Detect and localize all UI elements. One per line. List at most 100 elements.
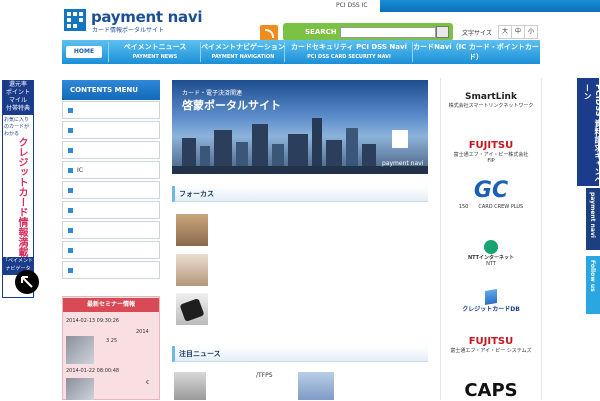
nav-payment-navigation[interactable]: ペイメントナビゲーション PAYMENT NAVIGATION (200, 42, 285, 62)
sponsor-logo: FUJITSU (468, 336, 514, 347)
follow-us-label: Follow us (589, 260, 596, 292)
nav-label: ペイメントナビゲーション (201, 43, 285, 51)
news-thumbnail[interactable] (174, 372, 206, 400)
seminar-text[interactable]: 2014 (136, 329, 149, 335)
search-input[interactable] (340, 27, 436, 38)
sponsor-name: NTT (486, 261, 496, 267)
promo-mid: お気に入りのカードがわかる (4, 117, 30, 137)
bullet-icon (68, 268, 73, 273)
payment-navi-tab[interactable]: payment navi (586, 188, 600, 250)
nav-card-navi[interactable]: カードNavi（IC カード・ポイントカード） CARD NAVI ( IC C… (412, 42, 539, 70)
nav-home-button[interactable]: HOME (66, 46, 102, 58)
left-promo-banner[interactable]: 還元率 ポイント マイル 付帯特典 お気に入りのカードがわかる クレジットカード… (2, 80, 34, 298)
promo-line: マイル (8, 97, 27, 104)
right-campaign-banner[interactable]: PCIDSS 資料請求キャンペーン (577, 78, 600, 186)
bullet-icon (68, 208, 73, 213)
nav-pci-dss[interactable]: カードセキュリティ PCI DSS Navi PCI DSS CARD SECU… (284, 42, 413, 62)
logo-icon[interactable] (64, 9, 86, 31)
promo-vertical: クレジットカード情報満載！ (16, 137, 27, 267)
sponsor-name: 株式会社スマートリンクネットワーク (448, 103, 534, 109)
menu-item[interactable] (62, 141, 160, 159)
logo-subtitle: カード情報ポータルサイト (92, 27, 165, 34)
hero-brand: payment navi (382, 160, 424, 167)
sponsor-pre: 150 (458, 204, 469, 210)
news-item[interactable]: /TFPS (256, 372, 273, 379)
seminar-text[interactable]: € (146, 380, 149, 386)
nav-label: カードセキュリティ PCI DSS Navi (291, 43, 407, 51)
news-heading: 注目ニュース (172, 346, 428, 362)
seminar-thumbnail[interactable] (66, 378, 94, 400)
follow-us-tab[interactable]: Follow us (586, 256, 600, 314)
bullet-icon (68, 128, 73, 133)
sponsor-logo: GC (473, 178, 509, 203)
seminar-text[interactable]: 3 25 (106, 338, 117, 344)
sponsor-logo: クレジットカードDB (462, 306, 520, 313)
sponsor-logo: SmartLink (465, 92, 517, 102)
arrow-icon[interactable] (15, 270, 39, 294)
nav-label-en: PAYMENT NEWS (132, 54, 178, 60)
logo-title[interactable]: payment navi (91, 8, 202, 26)
menu-item[interactable] (62, 241, 160, 259)
menu-item[interactable] (62, 201, 160, 219)
nav-label: カードNavi（IC カード・ポイントカード） (413, 43, 539, 61)
menu-item[interactable] (62, 181, 160, 199)
sponsor-name: 富士通エフ・アイ・ピー システムズ (450, 348, 532, 354)
hero-subtitle: カード・電子決済関連 (182, 90, 243, 97)
rss-icon[interactable] (260, 25, 278, 41)
search-button[interactable] (436, 26, 449, 38)
sponsor-name: CARD CREW PLUS (478, 204, 524, 210)
payment-navi-tab-label: payment navi (589, 192, 596, 238)
sponsor-card-crew[interactable]: GC 150 CARD CREW PLUS (441, 178, 541, 210)
nav-payment-news[interactable]: ペイメントニュース PAYMENT NEWS (108, 42, 201, 62)
font-size-small-button[interactable]: 小 (524, 25, 538, 39)
promo-line: 付帯特典 (5, 105, 30, 112)
font-size-medium-button[interactable]: 中 (511, 25, 525, 39)
seminar-date: 2014-01-22 08:00:48 (66, 368, 120, 374)
menu-item[interactable] (62, 121, 160, 139)
sponsor-name: 富士通エフ・アイ・ピー株式会社 (453, 152, 529, 158)
seminar-date: 2014-02-13 09:30:26 (66, 318, 120, 324)
nav-label-en: PAYMENT NAVIGATION (211, 54, 275, 60)
menu-item[interactable] (62, 221, 160, 239)
seminar-title: 最新セミナー情報 (63, 298, 159, 312)
top-label: PCI DSS IC (336, 2, 368, 9)
focus-thumbnail[interactable] (176, 293, 208, 325)
promo-top: 還元率 ポイント マイル 付帯特典 (3, 81, 33, 115)
menu-item-label: IC (77, 167, 83, 174)
seminar-thumbnail[interactable] (66, 336, 94, 364)
contents-menu-title: CONTENTS MENU (62, 80, 160, 100)
bullet-icon (68, 188, 73, 193)
sponsor-logo: NTTインターネット (467, 255, 515, 261)
promo-line: ポイント (5, 89, 30, 96)
campaign-text: PCIDSS 資料請求キャンペーン (583, 84, 600, 184)
nav-label: ペイメントニュース (123, 43, 187, 51)
bullet-icon (68, 248, 73, 253)
menu-item[interactable]: IC (62, 161, 160, 179)
sponsor-logo: FUJITSU (468, 140, 514, 151)
focus-thumbnail[interactable] (176, 214, 208, 246)
focus-thumbnail[interactable] (176, 254, 208, 286)
sponsor-smartlink[interactable]: SmartLink 株式会社スマートリンクネットワーク (441, 92, 541, 109)
search-label: SEARCH (305, 28, 337, 36)
sponsor-credit-db[interactable]: クレジットカードDB (441, 288, 541, 313)
logo-icon (392, 130, 408, 148)
promo-line: 還元率 (8, 81, 27, 88)
bullet-icon (68, 168, 73, 173)
bullet-icon (68, 148, 73, 153)
bullet-icon (68, 108, 73, 113)
font-size-label: 文字サイズ (462, 30, 492, 37)
sponsor-list: SmartLink 株式会社スマートリンクネットワーク FUJITSU 富士通エ… (440, 78, 542, 401)
menu-item[interactable] (62, 101, 160, 119)
focus-heading: フォーカス (172, 186, 428, 202)
sponsor-fujitsu-fip[interactable]: FUJITSU 富士通エフ・アイ・ピー株式会社 FIP (441, 140, 541, 164)
font-size-large-button[interactable]: 大 (498, 25, 512, 39)
sponsor-sub: FIP (487, 158, 495, 164)
sponsor-ntt[interactable]: NTTインターネット NTT (441, 240, 541, 267)
sponsor-caps[interactable]: CAPS (441, 380, 541, 401)
news-thumbnail[interactable] (298, 372, 334, 400)
menu-item[interactable] (62, 261, 160, 279)
sponsor-fujitsu-systems[interactable]: FUJITSU 富士通エフ・アイ・ピー システムズ (441, 336, 541, 354)
bullet-icon (68, 228, 73, 233)
sponsor-logo: CAPS (464, 380, 518, 401)
top-strip: PCI DSS IC (336, 0, 600, 12)
